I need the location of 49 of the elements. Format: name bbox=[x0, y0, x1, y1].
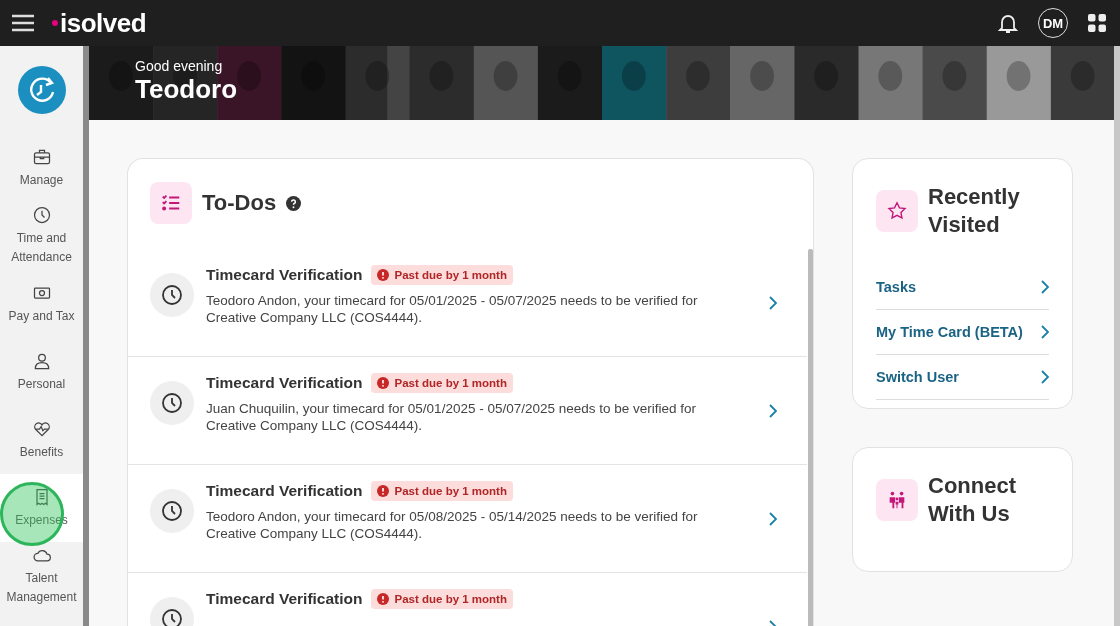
alert-icon bbox=[376, 377, 389, 389]
todo-title: Timecard Verification bbox=[206, 482, 363, 500]
alert-icon bbox=[376, 485, 389, 497]
todo-item[interactable]: Timecard Verification Past due by 1 month Teodoro Andon, your timecard for 05/08/2025 - 05/14/2025 needs to be verified for Creative Company LLC (COS4444). bbox=[128, 465, 807, 573]
chevron-right-icon bbox=[1041, 280, 1049, 294]
user-name: Teodoro bbox=[135, 74, 239, 105]
sidebar-item[interactable]: Benefits bbox=[0, 406, 83, 474]
sidebar-item[interactable]: Time and Attendance bbox=[0, 202, 83, 270]
chevron-right-icon bbox=[1041, 370, 1049, 384]
todo-title: Timecard Verification bbox=[206, 374, 363, 392]
chevron-right-icon bbox=[769, 511, 777, 526]
recent-link[interactable]: Switch User bbox=[876, 355, 1049, 400]
todo-item[interactable]: Timecard Verification Past due by 1 month Juan Chuquilin, your timecard for 05/01/2025 - 05/07/2025 needs to be verified for Creative Company LLC (COS4444). bbox=[128, 357, 807, 465]
alert-icon bbox=[376, 269, 389, 281]
badge-text: Past due by 1 month bbox=[394, 269, 507, 281]
menu-icon[interactable] bbox=[12, 14, 34, 32]
sidebar-item[interactable]: Manage bbox=[0, 134, 83, 202]
star-icon bbox=[886, 200, 908, 222]
todo-description: Teodoro Andon, your timecard for 05/01/2025 - 05/07/2025 needs to be verified for Creative Company LLC (COS4444). bbox=[206, 292, 699, 326]
sidebar-item[interactable]: Personal bbox=[0, 338, 83, 406]
time-clock-icon[interactable] bbox=[17, 66, 66, 114]
chevron-right-icon bbox=[769, 295, 777, 310]
card-title: To-Dos bbox=[202, 190, 277, 216]
card-title: Connect With Us bbox=[928, 472, 1017, 528]
badge-text: Past due by 1 month bbox=[394, 485, 507, 497]
todo-title: Timecard Verification bbox=[206, 590, 363, 608]
clock-icon bbox=[150, 273, 194, 317]
greeting: Good evening bbox=[135, 58, 224, 74]
clock-icon bbox=[150, 381, 194, 425]
recent-link[interactable]: Tasks bbox=[876, 265, 1049, 310]
card-title: Recently Visited bbox=[928, 183, 1021, 239]
alert-icon bbox=[376, 593, 389, 605]
sidebar-item[interactable]: Talent Management bbox=[0, 542, 83, 610]
badge-text: Past due by 1 month bbox=[394, 377, 507, 389]
todo-description: Teodoro Andon, your timecard for 05/08/2025 - 05/14/2025 needs to be verified for Creative Company LLC (COS4444). bbox=[206, 508, 699, 542]
todo-item[interactable]: Timecard Verification Past due by 1 month Teodoro Andon, your timecard for 05/01/2025 - 05/07/2025 needs to be verified for Creative Company LLC (COS4444). bbox=[128, 249, 807, 357]
logo[interactable]: isolved bbox=[52, 7, 147, 39]
todo-title: Timecard Verification bbox=[206, 266, 363, 284]
todo-item[interactable]: Timecard Verification Past due by 1 month bbox=[128, 573, 807, 626]
badge-text: Past due by 1 month bbox=[394, 593, 507, 605]
help-icon[interactable] bbox=[286, 195, 302, 211]
apps-grid-icon[interactable] bbox=[1088, 14, 1106, 32]
todo-description: Juan Chuquilin, your timecard for 05/01/2025 - 05/07/2025 needs to be verified for Creative Company LLC (COS4444). bbox=[206, 400, 698, 434]
clock-icon bbox=[31, 205, 52, 225]
recent-link[interactable]: My Time Card (BETA) bbox=[876, 310, 1049, 355]
sidebar-item[interactable]: Pay and Tax bbox=[0, 270, 83, 338]
clock-icon bbox=[150, 489, 194, 533]
chevron-right-icon bbox=[1041, 325, 1049, 339]
chevron-right-icon bbox=[769, 403, 777, 418]
